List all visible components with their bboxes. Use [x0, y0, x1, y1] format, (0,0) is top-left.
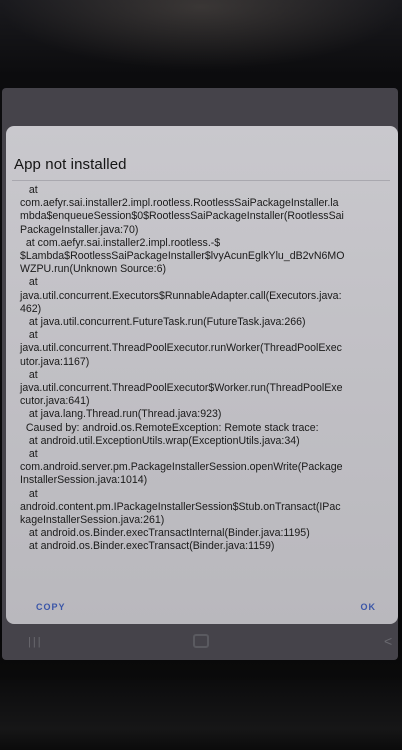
home-icon[interactable]: [193, 634, 209, 648]
navigation-bar: ||| <: [0, 628, 402, 656]
device-bezel: [0, 680, 402, 750]
recents-icon[interactable]: |||: [28, 636, 43, 648]
top-glare: [0, 0, 402, 70]
error-dialog: App not installed at com.aefyr.sai.insta…: [6, 126, 398, 624]
copy-button[interactable]: COPY: [36, 602, 66, 612]
back-icon[interactable]: <: [384, 633, 392, 649]
ok-button[interactable]: OK: [361, 602, 377, 612]
dialog-title: App not installed: [14, 156, 127, 173]
stacktrace-text[interactable]: at com.aefyr.sai.installer2.impl.rootles…: [20, 184, 388, 554]
device-photo: App not installed at com.aefyr.sai.insta…: [0, 0, 402, 750]
dialog-divider: [12, 180, 390, 181]
